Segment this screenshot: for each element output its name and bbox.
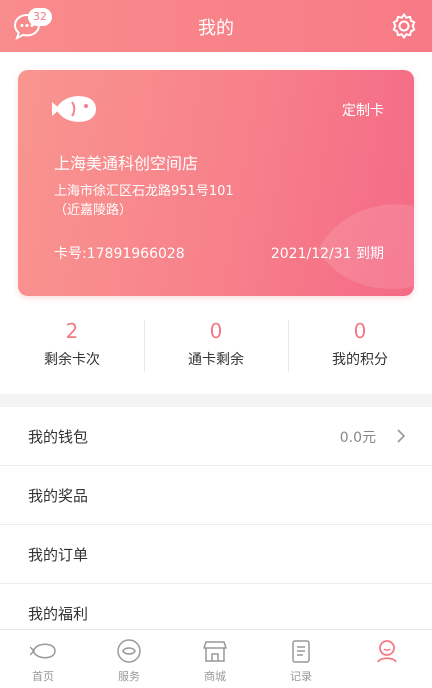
menu-item-label: 我的福利 [28,605,89,623]
stat-value: 0 [353,319,367,343]
tab-label: 商城 [204,670,226,683]
card-expiry: 2021/12/31 到期 [270,246,384,262]
menu-item-wallet[interactable]: 我的钱包 0.0元 [0,407,432,466]
fish-watermark-icon [318,204,414,289]
tab-store[interactable]: 商城 [172,630,258,688]
fish-logo-icon [52,96,96,122]
header-bar: 32 我的 [0,0,432,52]
chevron-right-icon [397,429,406,443]
tab-records[interactable]: 记录 [258,630,344,688]
tab-service[interactable]: 服务 [86,630,172,688]
stat-label: 通卡剩余 [188,352,244,368]
stat-value: 0 [209,319,223,343]
stat-label: 我的积分 [332,352,388,368]
stat-pass-balance[interactable]: 0 通卡剩余 [144,318,288,378]
menu-item-label: 我的钱包 [28,428,89,446]
stat-my-points[interactable]: 0 我的积分 [288,318,432,378]
tab-profile[interactable] [344,630,430,688]
tab-label: 记录 [290,670,312,683]
store-icon [203,641,227,662]
bottom-tab-bar: 首页 服务 商城 记录 [0,629,432,688]
stat-divider [288,320,289,372]
stat-label: 剩余卡次 [44,352,100,368]
profile-icon [377,640,397,663]
record-icon [292,640,310,663]
stat-divider [144,320,145,372]
stat-value: 2 [65,319,79,343]
menu-list: 我的钱包 0.0元 我的奖品 我的订单 我的福利 [0,407,432,643]
membership-card[interactable]: 定制卡 上海美通科创空间店 上海市徐汇区石龙路951号101（近嘉陵路） 卡号:… [18,70,414,296]
menu-item-prizes[interactable]: 我的奖品 [0,466,432,525]
tab-label: 服务 [118,670,140,683]
page-title: 我的 [198,18,234,39]
wallet-balance: 0.0元 [339,430,376,446]
service-icon [117,639,141,663]
menu-item-label: 我的订单 [28,546,89,564]
tab-home[interactable]: 首页 [0,630,86,688]
stats-row: 2 剩余卡次 0 通卡剩余 0 我的积分 [0,318,432,378]
card-number: 卡号:17891966028 [54,246,185,262]
store-address: 上海市徐汇区石龙路951号101（近嘉陵路） [54,184,234,218]
menu-item-label: 我的奖品 [28,487,89,505]
store-name: 上海美通科创空间店 [54,154,199,173]
stat-remaining-times[interactable]: 2 剩余卡次 [0,318,144,378]
settings-button[interactable] [388,10,420,42]
menu-item-orders[interactable]: 我的订单 [0,525,432,584]
gear-icon [392,13,416,39]
card-type-label: 定制卡 [342,103,384,119]
tab-label: 首页 [32,670,54,683]
home-fish-icon [30,643,56,659]
